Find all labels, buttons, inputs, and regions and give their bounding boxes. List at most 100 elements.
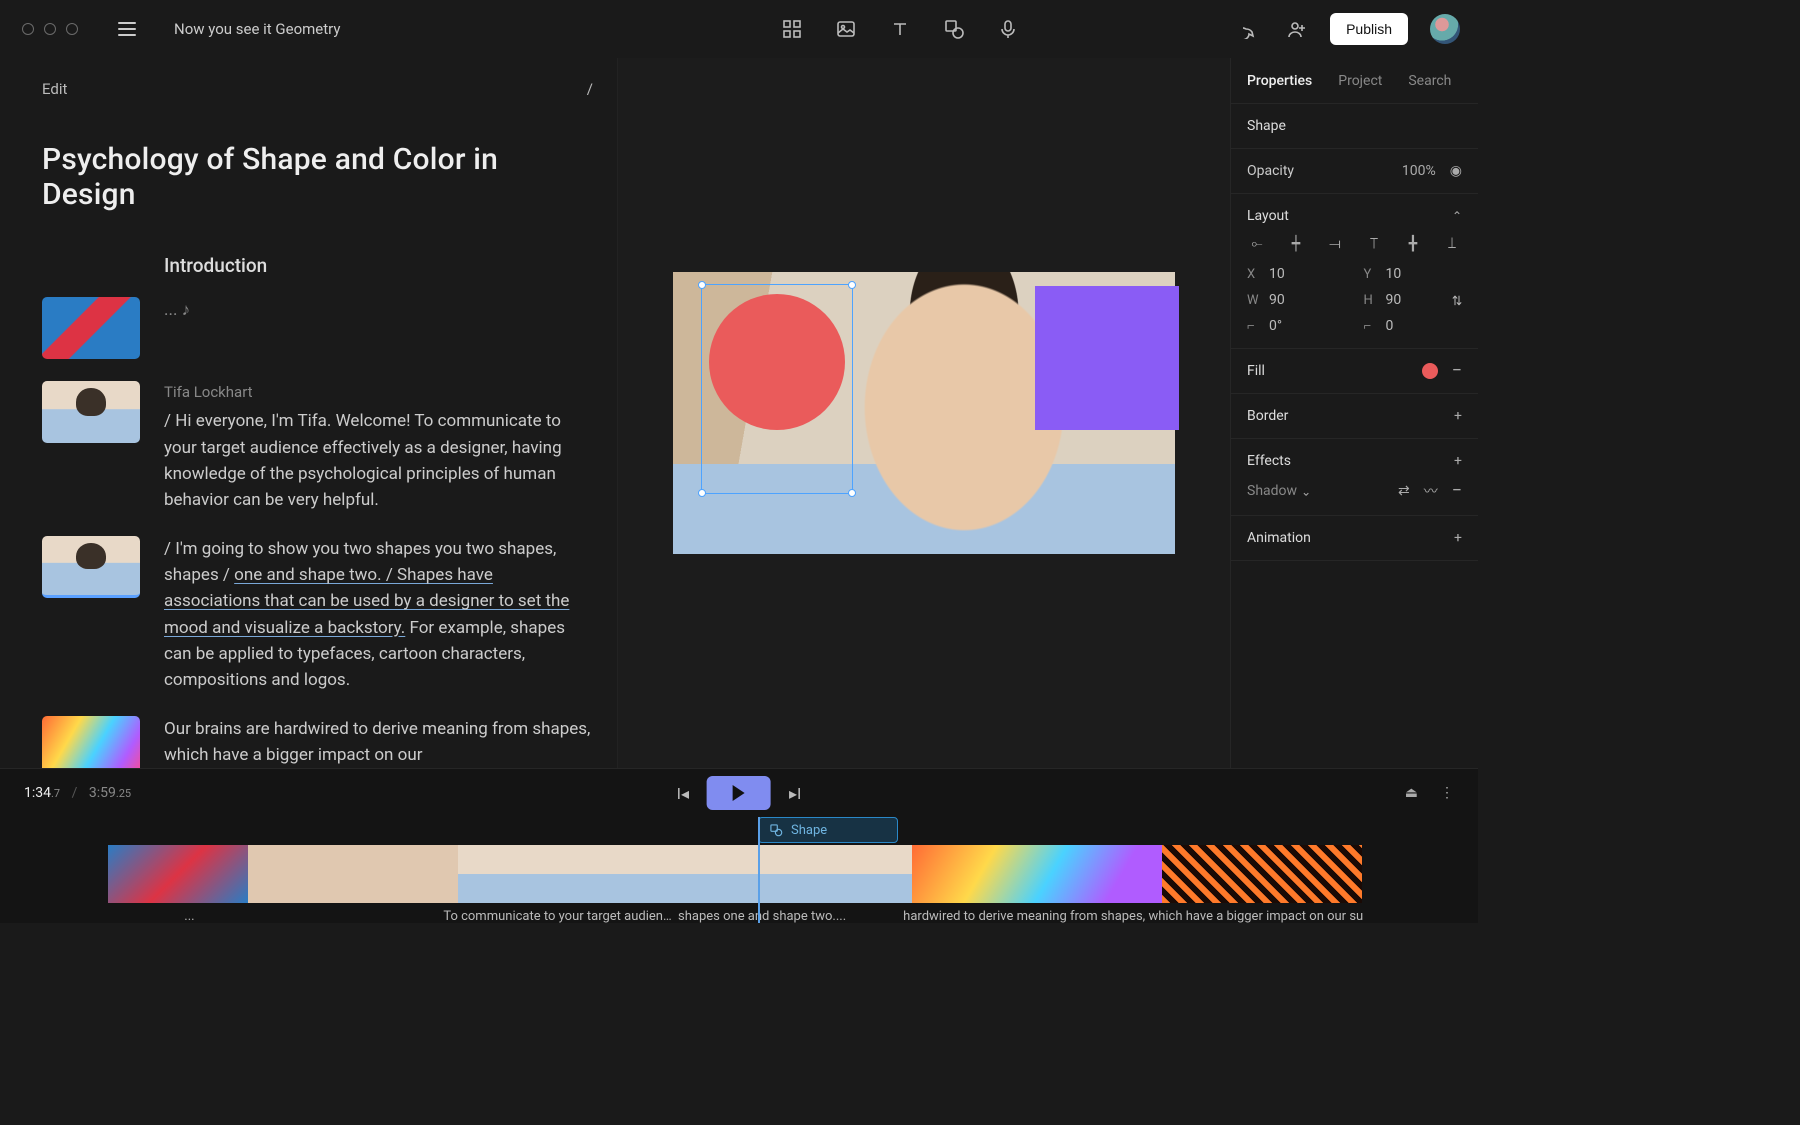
timeline-clip[interactable]	[1162, 845, 1362, 903]
border-label: Border	[1247, 408, 1288, 424]
avatar[interactable]	[1430, 14, 1460, 44]
comment-icon[interactable]	[1242, 18, 1264, 40]
rotation-icon: ⌐	[1247, 318, 1261, 334]
add-effect-icon[interactable]: +	[1454, 453, 1462, 469]
effects-label: Effects	[1247, 453, 1291, 469]
y-label: Y	[1364, 267, 1378, 282]
editor-mode-label[interactable]: Edit	[42, 80, 67, 98]
opacity-label: Opacity	[1247, 163, 1294, 179]
more-icon[interactable]: ⋮	[1440, 785, 1454, 801]
align-bottom-icon[interactable]: ⟘	[1442, 236, 1462, 252]
editor-cursor-mark: /	[587, 80, 593, 98]
timeline-clip[interactable]	[458, 845, 692, 903]
layout-section-label: Layout	[1247, 208, 1289, 224]
script-text[interactable]: Our brains are hardwired to derive meani…	[164, 716, 593, 768]
play-icon	[733, 785, 745, 801]
visibility-icon[interactable]: ◉	[1450, 163, 1462, 179]
current-time: 1:34	[24, 785, 51, 801]
clip-thumbnail[interactable]	[42, 297, 140, 359]
align-right-icon[interactable]: ⟞	[1325, 236, 1345, 252]
tab-properties[interactable]: Properties	[1247, 73, 1312, 89]
timeline-clip[interactable]	[912, 845, 1162, 903]
shape-icon[interactable]	[943, 18, 965, 40]
shape-clip[interactable]: Shape	[758, 817, 898, 843]
play-button[interactable]	[707, 776, 771, 810]
script-text[interactable]: / Hi everyone, I'm Tifa. Welcome! To com…	[164, 411, 562, 510]
timeline-clip[interactable]	[108, 845, 248, 903]
y-input[interactable]: 10	[1386, 266, 1402, 282]
selection-box[interactable]	[701, 284, 853, 494]
close-window-icon[interactable]	[22, 23, 34, 35]
w-label: W	[1247, 293, 1261, 308]
timeline-caption: ...	[108, 909, 271, 923]
clip-thumbnail[interactable]	[42, 716, 140, 768]
resize-handle-icon[interactable]	[698, 281, 706, 289]
rotation-input[interactable]: 0°	[1269, 318, 1282, 334]
x-input[interactable]: 10	[1269, 266, 1285, 282]
timecode: 1:34.7 / 3:59.25	[24, 785, 131, 801]
speaker-label: Tifa Lockhart	[164, 381, 593, 404]
minimize-window-icon[interactable]	[44, 23, 56, 35]
timeline-track[interactable]: Shape ... To communicate to your target …	[0, 817, 1478, 923]
canvas-area[interactable]	[617, 58, 1230, 768]
video-clips-row[interactable]	[108, 845, 1478, 903]
shadow-label[interactable]: Shadow ⌃	[1247, 483, 1311, 499]
timeline-caption: shapes one and shape two....	[678, 909, 903, 923]
app-header: Now you see it Geometry Publish	[0, 0, 1478, 58]
script-row: ... ♪	[42, 297, 593, 359]
align-top-icon[interactable]: ⟙	[1364, 236, 1384, 252]
chevron-up-icon[interactable]: ⌃	[1452, 209, 1462, 223]
header-actions: Publish	[1242, 13, 1460, 45]
fill-color-swatch[interactable]	[1422, 363, 1438, 379]
image-icon[interactable]	[835, 18, 857, 40]
maximize-window-icon[interactable]	[66, 23, 78, 35]
effect-settings-icon[interactable]: ⇄	[1398, 483, 1410, 499]
link-dimensions-icon[interactable]: ⇄	[1449, 295, 1464, 306]
resize-handle-icon[interactable]	[698, 489, 706, 497]
add-border-icon[interactable]: +	[1454, 408, 1462, 424]
add-user-icon[interactable]	[1286, 18, 1308, 40]
clip-thumbnail[interactable]	[42, 381, 140, 443]
align-vcenter-icon[interactable]: ╋	[1403, 236, 1423, 252]
w-input[interactable]: 90	[1269, 292, 1285, 308]
text-icon[interactable]	[889, 18, 911, 40]
microphone-icon[interactable]	[997, 18, 1019, 40]
tab-search[interactable]: Search	[1408, 73, 1451, 89]
animation-label: Animation	[1247, 530, 1311, 546]
timeline-clip[interactable]	[692, 845, 912, 903]
script-row: Tifa Lockhart / Hi everyone, I'm Tifa. W…	[42, 381, 593, 514]
eject-icon[interactable]: ⏏	[1405, 785, 1418, 801]
clip-thumbnail[interactable]	[42, 536, 140, 598]
square-shape[interactable]	[1035, 286, 1179, 430]
skip-forward-icon[interactable]: ▸I	[789, 784, 801, 803]
playhead[interactable]	[758, 817, 760, 923]
script-text[interactable]: ... ♪	[164, 297, 593, 323]
fill-label: Fill	[1247, 363, 1265, 379]
opacity-value[interactable]: 100%	[1402, 163, 1436, 179]
chevron-down-icon[interactable]: ⌃	[1301, 484, 1311, 498]
align-hcenter-icon[interactable]: ┿	[1286, 236, 1306, 252]
timeline-clip[interactable]	[248, 845, 458, 903]
script-editor: Edit / Psychology of Shape and Color in …	[0, 58, 617, 768]
corner-input[interactable]: 0	[1386, 318, 1394, 334]
video-canvas[interactable]	[673, 272, 1175, 554]
h-input[interactable]: 90	[1386, 292, 1402, 308]
effect-visibility-icon[interactable]: 〰	[1424, 481, 1438, 501]
timeline-caption: To communicate to your target audience..…	[443, 909, 678, 923]
grid-icon[interactable]	[781, 18, 803, 40]
skip-back-icon[interactable]: I◂	[677, 784, 689, 803]
project-title[interactable]: Now you see it Geometry	[174, 20, 340, 38]
publish-button[interactable]: Publish	[1330, 13, 1408, 45]
resize-handle-icon[interactable]	[848, 281, 856, 289]
timeline-area: 1:34.7 / 3:59.25 I◂ ▸I ⏏ ⋮ Shape	[0, 768, 1478, 923]
add-animation-icon[interactable]: +	[1454, 530, 1462, 546]
shape-section-label: Shape	[1247, 118, 1462, 134]
page-title[interactable]: Psychology of Shape and Color in Design	[42, 142, 593, 212]
tab-project[interactable]: Project	[1338, 73, 1382, 89]
section-heading[interactable]: Introduction	[164, 254, 593, 277]
shape-clip-label: Shape	[791, 823, 827, 838]
align-left-icon[interactable]: ⟜	[1247, 236, 1267, 252]
timeline-caption: hardwired to derive meaning from shapes,…	[903, 909, 1478, 923]
resize-handle-icon[interactable]	[848, 489, 856, 497]
menu-icon[interactable]	[118, 22, 136, 36]
